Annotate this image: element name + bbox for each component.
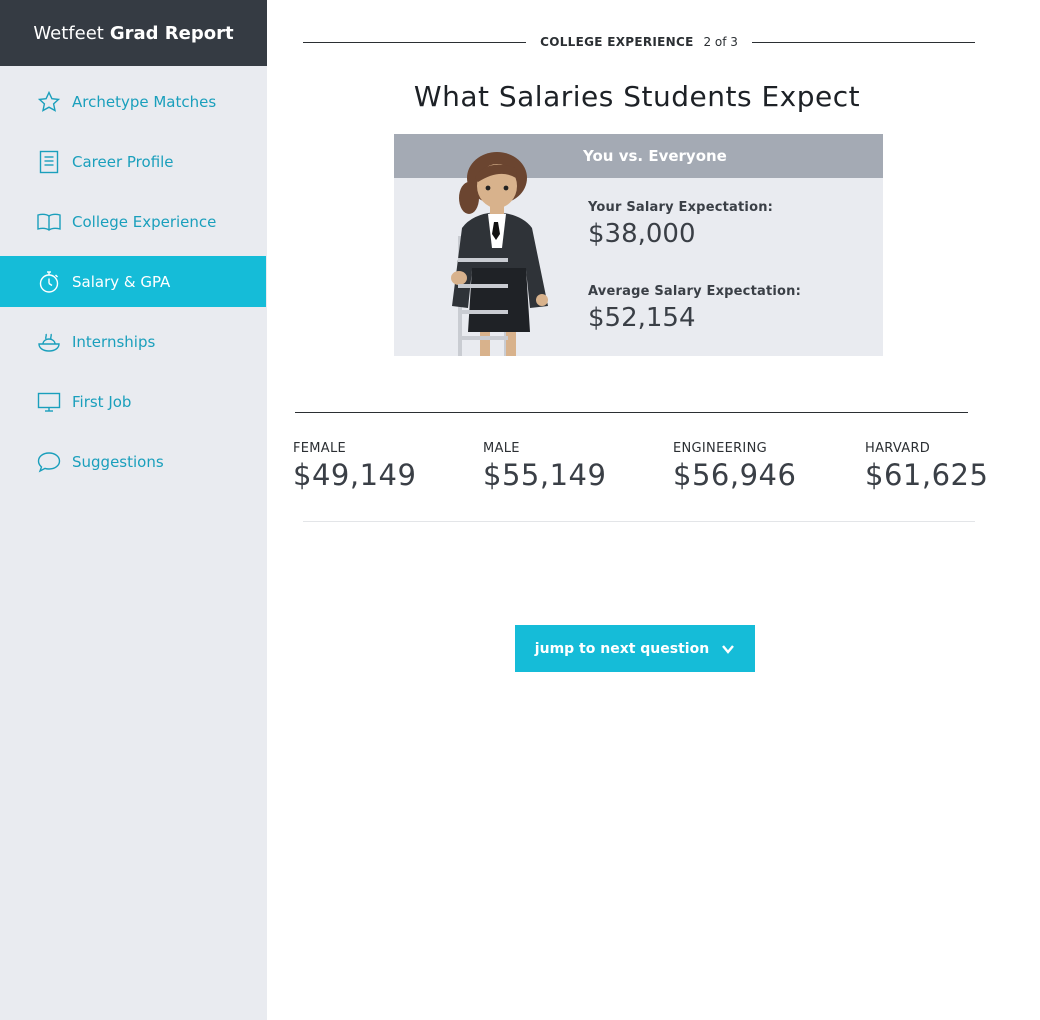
average-salary-value: $52,154 <box>588 303 696 333</box>
monitor-icon <box>36 389 62 415</box>
sidebar-item-suggestions[interactable]: Suggestions <box>0 436 267 487</box>
sidebar-item-college-experience[interactable]: College Experience <box>0 196 267 247</box>
page-title: What Salaries Students Expect <box>413 80 861 113</box>
stat-label: MALE <box>483 441 520 456</box>
student-figure-illustration <box>451 152 548 356</box>
sidebar-item-label: First Job <box>72 392 132 411</box>
sidebar-item-label: Career Profile <box>72 152 174 171</box>
stat-label: HARVARD <box>865 441 931 456</box>
brand-product: Grad Report <box>109 22 234 44</box>
sidebar-item-label: College Experience <box>72 212 217 231</box>
bowl-icon <box>36 329 62 355</box>
section-progress: 2 of 3 <box>703 35 738 49</box>
comparison-card: You vs. Everyone Your Salary Expectation… <box>394 134 883 356</box>
sidebar-item-first-job[interactable]: First Job <box>0 376 267 427</box>
sidebar: Wetfeet Grad Report Archetype Matches Ca… <box>0 0 267 1020</box>
next-button-label: jump to next question <box>534 640 710 657</box>
stopwatch-icon <box>36 269 62 295</box>
sidebar-item-salary-gpa[interactable]: Salary & GPA <box>0 256 266 307</box>
sidebar-item-internships[interactable]: Internships <box>0 316 267 367</box>
sidebar-item-label: Salary & GPA <box>72 272 171 291</box>
sidebar-nav: Archetype Matches Career Profile College… <box>0 76 267 487</box>
your-salary-value: $38,000 <box>588 219 696 249</box>
jump-to-next-question-button[interactable]: jump to next question <box>515 625 755 672</box>
sidebar-item-label: Suggestions <box>72 452 164 471</box>
average-salary-block: Average Salary Expectation: $52,154 <box>588 284 801 333</box>
sidebar-item-archetype-matches[interactable]: Archetype Matches <box>0 76 267 127</box>
chevron-down-icon <box>721 642 735 656</box>
stat-label: FEMALE <box>293 441 347 456</box>
your-salary-label: Your Salary Expectation: <box>588 200 774 215</box>
sidebar-item-label: Internships <box>72 332 156 351</box>
stat-label: ENGINEERING <box>673 441 767 456</box>
stats-divider <box>295 412 968 413</box>
stat-value: $55,149 <box>483 458 607 492</box>
header-rule-right <box>751 41 975 43</box>
salary-breakdown: FEMALE $49,149 MALE $55,149 ENGINEERING … <box>293 441 993 501</box>
sidebar-item-career-profile[interactable]: Career Profile <box>0 136 267 187</box>
stat-male: MALE $55,149 <box>483 441 606 492</box>
average-salary-label: Average Salary Expectation: <box>588 284 802 299</box>
stat-value: $56,946 <box>673 458 797 492</box>
speech-bubble-icon <box>36 449 62 475</box>
stat-harvard: HARVARD $61,625 <box>865 441 988 492</box>
star-icon <box>36 89 62 115</box>
brand-logo[interactable]: Wetfeet Grad Report <box>0 0 267 66</box>
section-name: COLLEGE EXPERIENCE <box>540 35 694 49</box>
header-rule-left <box>303 41 527 43</box>
stat-female: FEMALE $49,149 <box>293 441 416 492</box>
stat-value: $61,625 <box>865 458 989 492</box>
section-header: COLLEGE EXPERIENCE 2 of 3 <box>303 30 975 54</box>
stat-engineering: ENGINEERING $56,946 <box>673 441 796 492</box>
brand-name: Wetfeet <box>33 22 104 44</box>
main-content: COLLEGE EXPERIENCE 2 of 3 What Salaries … <box>267 0 1040 1020</box>
stats-divider-bottom <box>303 521 975 522</box>
sidebar-item-label: Archetype Matches <box>72 92 217 111</box>
document-icon <box>36 149 62 175</box>
stat-value: $49,149 <box>293 458 417 492</box>
your-salary-block: Your Salary Expectation: $38,000 <box>588 200 773 249</box>
book-icon <box>36 209 62 235</box>
